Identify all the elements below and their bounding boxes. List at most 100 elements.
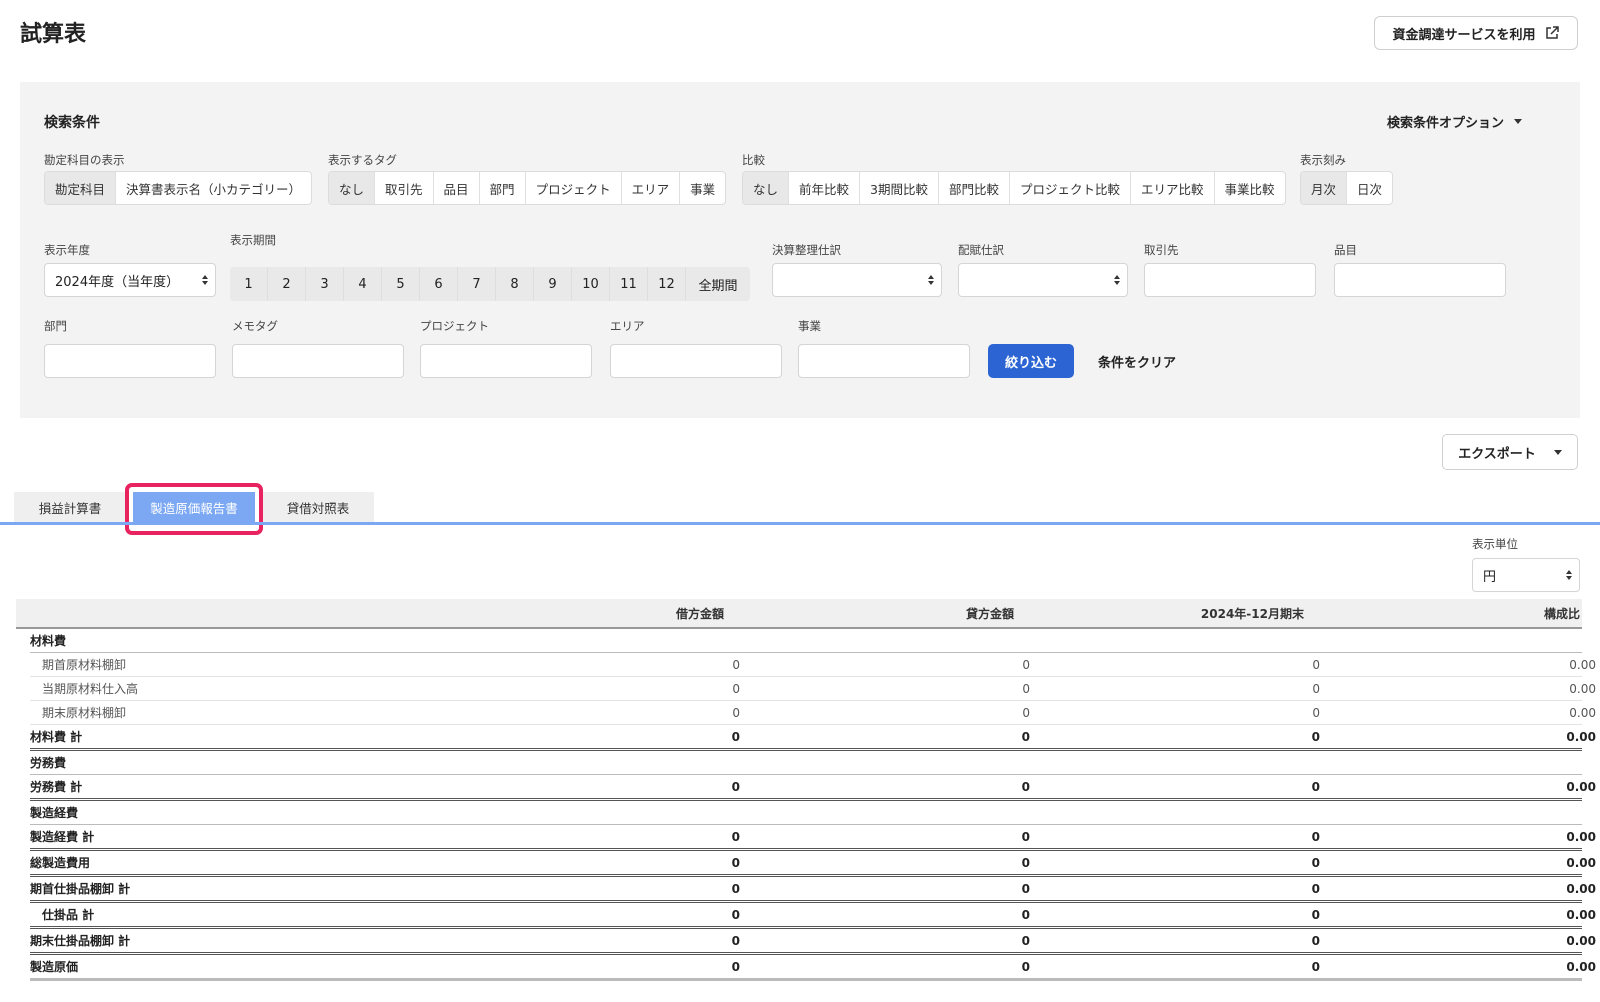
table-row: 期首仕掛品棚卸 計 0 0 0 0.00 [30, 877, 1596, 903]
tag-option[interactable]: プロジェクト [526, 172, 622, 204]
area-input[interactable] [610, 344, 782, 378]
item-input[interactable] [1334, 263, 1506, 297]
row-value: 0.00 [1569, 705, 1596, 720]
account-display-option[interactable]: 決算書表示名（小カテゴリー） [116, 172, 311, 204]
compare-option[interactable]: なし [743, 172, 790, 204]
compare-option[interactable]: プロジェクト比較 [1010, 172, 1132, 204]
table-row: 材料費 計 0 0 0 0.00 [30, 725, 1596, 751]
row-label: 期末原材料棚卸 [42, 706, 127, 720]
row-value: 0.00 [1569, 681, 1596, 696]
compare-option[interactable]: エリア比較 [1131, 172, 1215, 204]
fiscal-year-select[interactable]: 2024年度（当年度） [44, 263, 216, 297]
row-value: 0 [1311, 855, 1320, 870]
period-option[interactable]: 3 [306, 267, 344, 301]
compare-toggle: なし 前年比較 3期間比較 部門比較 プロジェクト比較 エリア比較 事業比較 [742, 171, 1286, 205]
select-arrows-icon [928, 275, 934, 285]
row-label: 仕掛品 計 [42, 908, 95, 922]
clear-conditions-link[interactable]: 条件をクリア [1098, 352, 1176, 371]
page-title: 試算表 [20, 22, 87, 47]
row-value: 0.00 [1569, 657, 1596, 672]
period-option[interactable]: 10 [572, 267, 610, 301]
chevron-down-icon [1514, 119, 1522, 124]
row-label: 労務費 [30, 756, 67, 770]
row-value: 0 [732, 705, 740, 720]
export-label: エクスポート [1458, 446, 1536, 462]
row-value: 0.00 [1566, 881, 1596, 896]
period-selector: 1 2 3 4 5 6 7 8 9 10 11 12 全期間 [230, 267, 750, 301]
compare-option[interactable]: 事業比較 [1215, 172, 1285, 204]
row-value: 0 [1021, 959, 1030, 974]
funding-service-label: 資金調達サービスを利用 [1392, 27, 1536, 43]
compare-option[interactable]: 3期間比較 [860, 172, 939, 204]
period-option[interactable]: 6 [420, 267, 458, 301]
tag-option[interactable]: エリア [622, 172, 681, 204]
tag-option[interactable]: 品目 [434, 172, 480, 204]
row-value: 0 [731, 959, 740, 974]
table-header: 借方金額 貸方金額 2024年-12月期末 構成比 [16, 599, 1582, 629]
row-value: 0 [732, 657, 740, 672]
compare-label: 比較 [742, 153, 765, 167]
tag-option[interactable]: 取引先 [375, 172, 434, 204]
tag-option[interactable]: 事業 [680, 172, 725, 204]
funding-service-button[interactable]: 資金調達サービスを利用 [1374, 16, 1578, 50]
period-option[interactable]: 12 [648, 267, 686, 301]
search-options-dropdown[interactable]: 検索条件オプション [1387, 112, 1522, 131]
row-value: 0 [1311, 779, 1320, 794]
row-value: 0 [731, 779, 740, 794]
business-label: 事業 [798, 319, 821, 333]
table-row: 当期原材料仕入高 0 0 0 0.00 [30, 677, 1596, 701]
filter-button[interactable]: 絞り込む [988, 344, 1074, 378]
table-row: 製造経費 計 0 0 0 0.00 [30, 825, 1596, 851]
compare-option[interactable]: 部門比較 [939, 172, 1010, 204]
tab-income-statement[interactable]: 損益計算書 [14, 492, 126, 522]
compare-option[interactable]: 前年比較 [789, 172, 861, 204]
granularity-option[interactable]: 日次 [1347, 172, 1392, 204]
row-value: 0 [1312, 681, 1320, 696]
row-value: 0 [731, 907, 740, 922]
project-input[interactable] [420, 344, 592, 378]
tag-option[interactable]: 部門 [480, 172, 526, 204]
closing-entry-select[interactable] [772, 263, 942, 297]
row-value: 0 [1312, 705, 1320, 720]
period-option[interactable]: 8 [496, 267, 534, 301]
period-option[interactable]: 11 [610, 267, 648, 301]
row-value: 0.00 [1566, 729, 1596, 744]
period-option-all[interactable]: 全期間 [686, 267, 750, 301]
row-value: 0 [1022, 657, 1030, 672]
row-value: 0 [1311, 729, 1320, 744]
row-value: 0 [1021, 855, 1030, 870]
column-header: 構成比 [1543, 606, 1580, 621]
tag-option[interactable]: なし [329, 172, 376, 204]
period-option[interactable]: 1 [230, 267, 268, 301]
period-option[interactable]: 2 [268, 267, 306, 301]
row-value: 0 [732, 681, 740, 696]
period-option[interactable]: 4 [344, 267, 382, 301]
row-label: 期末仕掛品棚卸 計 [30, 934, 131, 948]
partner-input[interactable] [1144, 263, 1316, 297]
row-value: 0 [731, 729, 740, 744]
row-label: 労務費 計 [30, 780, 83, 794]
allocation-entry-select[interactable] [958, 263, 1128, 297]
export-dropdown-button[interactable]: エクスポート [1442, 434, 1578, 470]
granularity-option[interactable]: 月次 [1301, 172, 1348, 204]
row-value: 0.00 [1566, 829, 1596, 844]
tab-balance-sheet[interactable]: 貸借対照表 [262, 492, 374, 522]
period-option[interactable]: 7 [458, 267, 496, 301]
period-label: 表示期間 [230, 233, 276, 247]
period-option[interactable]: 9 [534, 267, 572, 301]
unit-select[interactable]: 円 [1472, 558, 1580, 592]
period-option[interactable]: 5 [382, 267, 420, 301]
memo-tag-input[interactable] [232, 344, 404, 378]
row-value: 0.00 [1566, 933, 1596, 948]
select-arrows-icon [1566, 570, 1572, 580]
department-input[interactable] [44, 344, 216, 378]
search-options-label: 検索条件オプション [1386, 116, 1504, 131]
granularity-label: 表示刻み [1300, 153, 1346, 167]
business-input[interactable] [798, 344, 970, 378]
account-display-option[interactable]: 勘定科目 [45, 172, 117, 204]
row-value: 0 [1311, 881, 1320, 896]
row-label: 当期原材料仕入高 [42, 682, 139, 696]
column-header: 貸方金額 [965, 606, 1014, 621]
row-value: 0.00 [1566, 855, 1596, 870]
area-label: エリア [610, 319, 645, 333]
